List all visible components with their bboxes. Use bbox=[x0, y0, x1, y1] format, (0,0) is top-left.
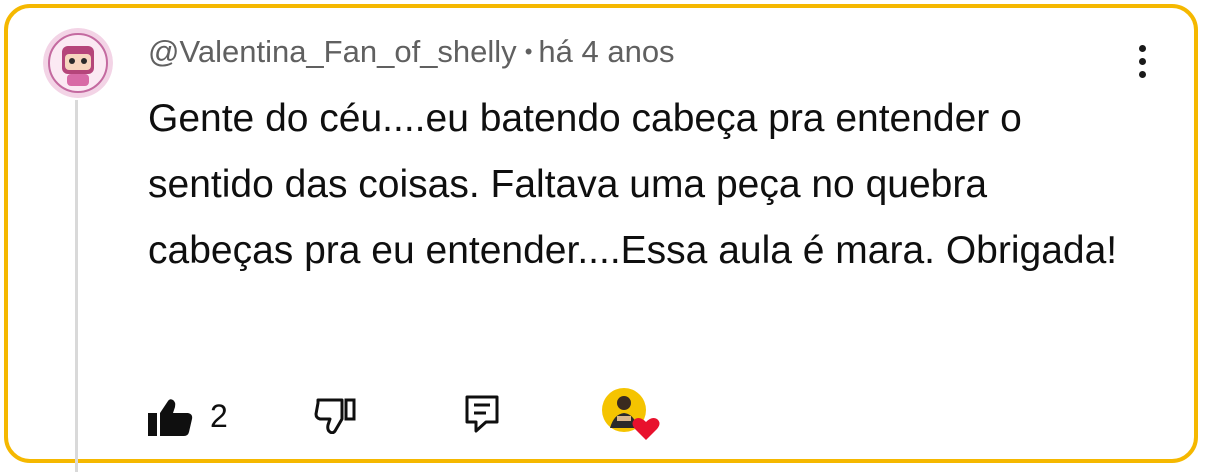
reply-comment-icon bbox=[465, 395, 499, 433]
comment-time: há 4 anos bbox=[538, 34, 675, 69]
thread-line bbox=[75, 100, 78, 472]
meta-separator: • bbox=[524, 39, 533, 64]
creator-heart bbox=[600, 386, 670, 446]
like-count: 2 bbox=[210, 398, 228, 434]
author-avatar[interactable] bbox=[43, 28, 113, 98]
reply-button[interactable] bbox=[458, 386, 518, 446]
comment-meta: @Valentina_Fan_of_shelly • há 4 anos bbox=[148, 32, 675, 75]
creator-heart-icon bbox=[602, 388, 660, 440]
more-vertical-icon[interactable] bbox=[1126, 42, 1160, 82]
comment-card: @Valentina_Fan_of_shelly • há 4 anos Gente… bbox=[4, 4, 1198, 472]
dislike-button[interactable] bbox=[308, 386, 368, 446]
author-handle[interactable]: @Valentina_Fan_of_shelly bbox=[148, 34, 517, 69]
like-button[interactable]: 2 bbox=[148, 386, 248, 446]
thumbs-down-icon bbox=[314, 398, 356, 434]
comment-text: Gente do céu....eu batendo cabeça pra en… bbox=[148, 97, 1118, 272]
thumbs-up-filled-icon bbox=[148, 399, 193, 436]
